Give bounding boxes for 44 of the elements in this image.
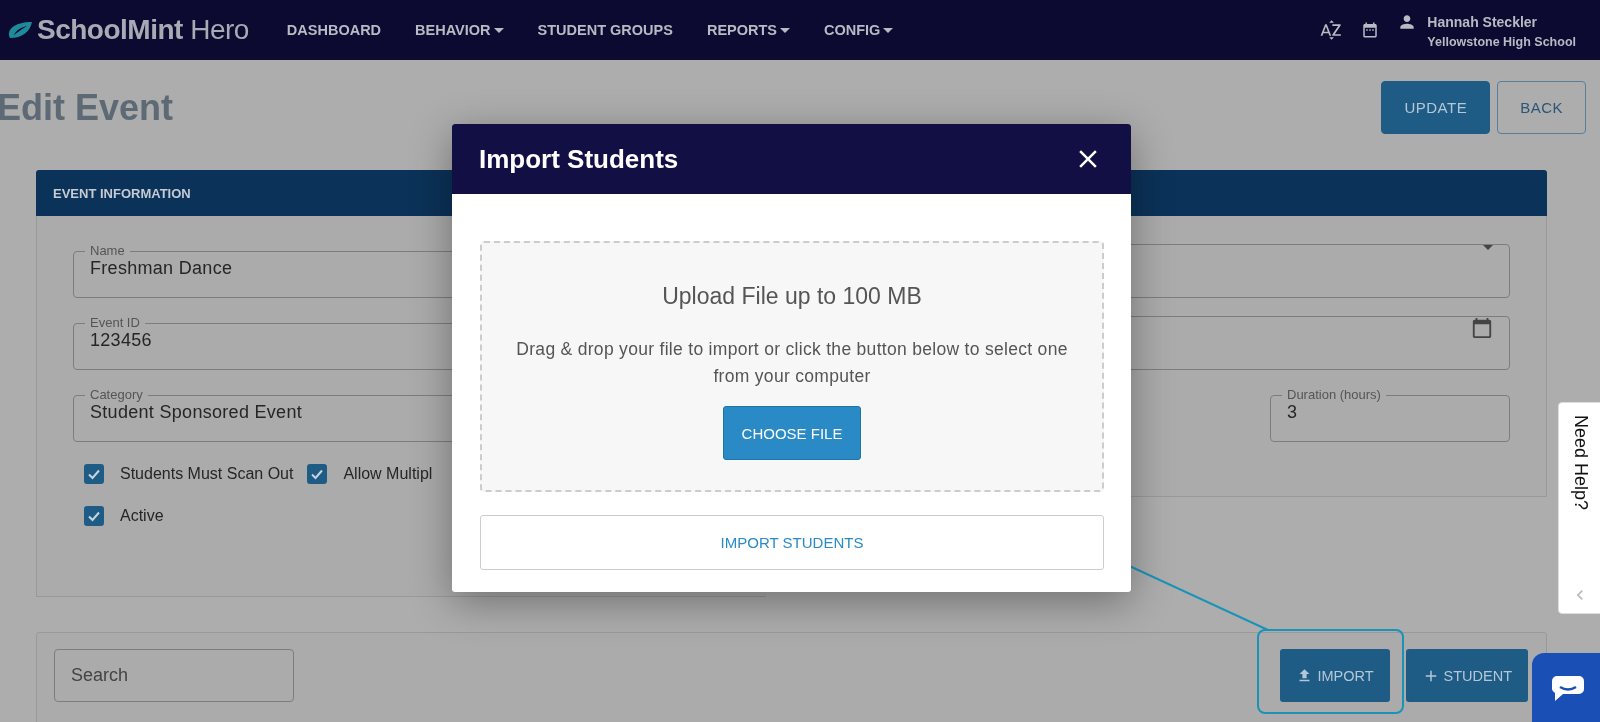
user-name[interactable]: Hannah Steckler <box>1427 13 1538 30</box>
checkbox-label: Allow Multipl <box>343 465 433 483</box>
update-button[interactable]: UPDATE <box>1381 81 1491 134</box>
chat-button[interactable] <box>1532 653 1600 722</box>
calendar-icon[interactable] <box>1471 317 1493 339</box>
help-tab[interactable]: Need Help? <box>1558 402 1600 614</box>
sort-alpha-icon[interactable] <box>1319 18 1344 42</box>
import-button[interactable]: IMPORT <box>1280 649 1390 702</box>
field-label: Category <box>89 388 144 402</box>
school-name: Yellowstone High School <box>1427 34 1576 49</box>
check-icon <box>87 467 101 481</box>
nav-menu-item[interactable]: STUDENT GROUPS <box>537 22 673 38</box>
field-label: Event ID <box>89 316 141 330</box>
checkbox[interactable] <box>307 464 328 484</box>
brand-logo[interactable]: SchoolMint Hero <box>37 14 249 46</box>
add-student-button[interactable]: STUDENT <box>1405 649 1528 702</box>
caret-icon <box>1483 245 1493 250</box>
logo-leaf-icon <box>6 20 34 40</box>
nav-menu-item[interactable]: DASHBOARD <box>286 22 382 38</box>
field-label: Duration (hours) <box>1286 388 1382 402</box>
nav-menu-item[interactable]: BEHAVIOR <box>415 22 504 38</box>
checkbox[interactable] <box>84 464 104 484</box>
file-drop-zone[interactable]: Upload File up to 100 MB Drag & drop your file to import or click the button below to select one from your computer CHOOSE FILE <box>480 241 1104 492</box>
import-students-button[interactable]: IMPORT STUDENTS <box>480 515 1104 570</box>
field-value: 3 <box>1287 402 1298 423</box>
choose-file-button[interactable]: CHOOSE FILE <box>722 406 862 460</box>
field-value: Student Sponsored Event <box>90 402 303 423</box>
nav-menu-item[interactable]: CONFIG <box>824 22 894 38</box>
check-icon <box>87 509 101 523</box>
search-field[interactable]: Search <box>54 649 294 702</box>
help-tab-label: Need Help? <box>1569 415 1591 511</box>
checkbox[interactable] <box>84 506 104 526</box>
calendar-icon[interactable] <box>1361 21 1380 39</box>
check-icon <box>310 467 325 481</box>
text-field[interactable]: Duration (hours) 3 <box>1270 388 1510 442</box>
back-button[interactable]: BACK <box>1497 81 1586 134</box>
field-value: Freshman Dance <box>90 258 233 279</box>
nav-menu-item[interactable]: REPORTS <box>706 22 790 38</box>
field-label: Name <box>89 244 126 258</box>
chat-bubble-icon <box>1551 674 1585 704</box>
field-value: 123456 <box>90 330 152 351</box>
checkbox-label: Active <box>120 507 164 525</box>
page-title: Edit Event <box>0 86 174 129</box>
checkbox-label: Students Must Scan Out <box>120 465 294 483</box>
